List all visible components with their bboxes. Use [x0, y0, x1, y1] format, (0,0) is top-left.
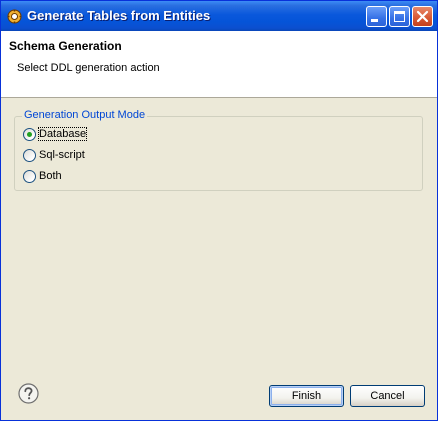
question-mark-icon[interactable] [18, 383, 39, 404]
radio-both[interactable]: Both [23, 169, 62, 183]
radio-label-sql-script[interactable]: Sql-script [39, 149, 85, 161]
radio-button-sql-script[interactable] [23, 148, 36, 162]
minimize-button[interactable] [366, 6, 387, 27]
dialog-window: Generate Tables from Entities Schema Gen… [0, 0, 438, 421]
wizard-header: Schema Generation Select DDL generation … [1, 31, 437, 98]
radio-label-database[interactable]: Database [37, 127, 88, 141]
finish-button[interactable]: Finish [269, 385, 344, 407]
output-mode-legend: Generation Output Mode [22, 109, 148, 121]
maximize-icon [394, 11, 405, 22]
page-description: Select DDL generation action [17, 62, 160, 74]
close-icon [416, 10, 429, 23]
radio-button-database[interactable] [23, 127, 36, 141]
minimize-icon [371, 19, 378, 22]
page-title: Schema Generation [9, 39, 122, 53]
radio-sql-script[interactable]: Sql-script [23, 148, 85, 162]
radio-button-both[interactable] [23, 169, 36, 183]
radio-database[interactable]: Database [23, 127, 88, 141]
eclipse-gear-icon [7, 9, 22, 24]
window-title: Generate Tables from Entities [27, 8, 211, 23]
maximize-button[interactable] [389, 6, 410, 27]
radio-label-both[interactable]: Both [39, 170, 62, 182]
cancel-button[interactable]: Cancel [350, 385, 425, 407]
close-button[interactable] [412, 6, 433, 27]
title-bar[interactable]: Generate Tables from Entities [1, 1, 437, 31]
